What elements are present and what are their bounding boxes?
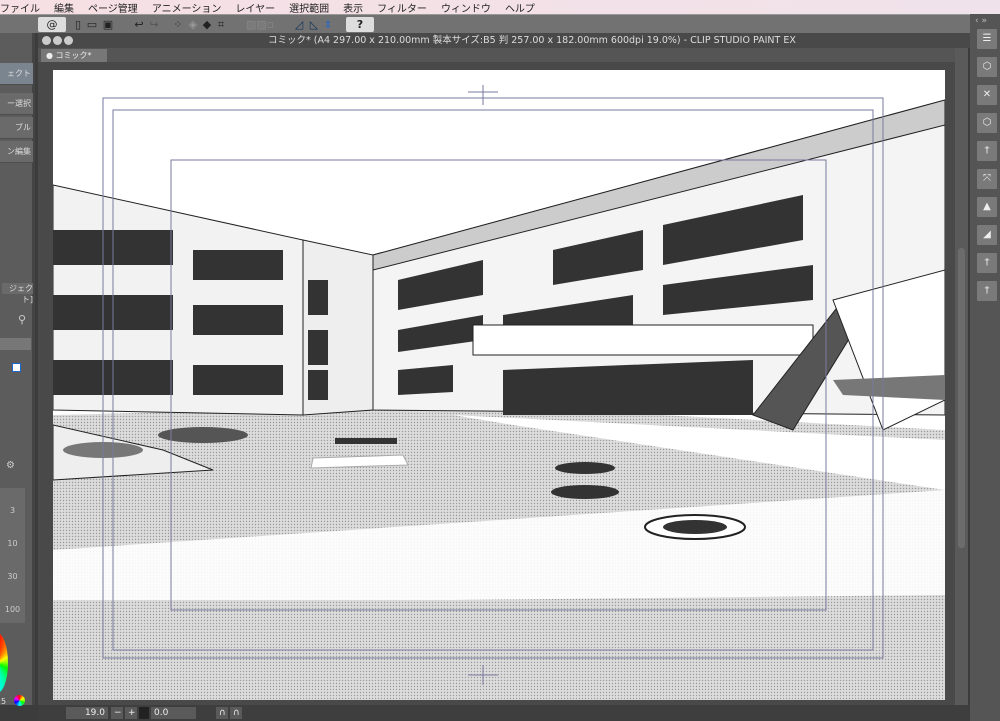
minimize-icon[interactable] — [53, 36, 62, 45]
menu-selection[interactable]: 選択範囲 — [289, 0, 329, 15]
ruler-snap-icon[interactable]: ◿ — [293, 17, 305, 32]
school-courtyard-illustration — [53, 85, 945, 700]
menu-edit[interactable]: 編集 — [54, 0, 74, 15]
help-icon[interactable]: ? — [346, 17, 374, 32]
3d-move-icon[interactable]: ⤧ — [976, 168, 998, 190]
scroll-thumb[interactable] — [958, 248, 965, 548]
color-wheel-icon[interactable] — [14, 695, 25, 706]
transform-icon[interactable]: ⌗ — [215, 17, 227, 32]
undo-icon[interactable]: ↩ — [133, 17, 145, 32]
layer-label: ジェクト] — [2, 283, 33, 304]
menu-bar: ファイル 編集 ページ管理 アニメーション レイヤー 選択範囲 表示 フィルター… — [0, 0, 1000, 15]
3d-box-icon[interactable]: ⬡ — [976, 112, 998, 134]
tool-item-table[interactable]: ブル — [0, 117, 33, 139]
document-title: コミック* (A4 297.00 x 210.00mm 製本サイズ:B5 判 2… — [268, 35, 796, 46]
color-wheel[interactable] — [0, 633, 8, 693]
search-icon[interactable]: ⚲ — [18, 313, 26, 326]
brush-size-10[interactable]: 10 — [0, 521, 25, 554]
right-panel: ‹ » ☰ ⬡ ✕ ⬡ † ⤧ ▲ ◢ † † — [970, 14, 1000, 721]
brush-size-list: 3 10 30 100 — [0, 488, 25, 623]
figure-pose-2-icon[interactable]: † — [976, 280, 998, 302]
3d-object-icon[interactable]: ⬡ — [976, 56, 998, 78]
rotate-left-icon[interactable]: ∩ — [216, 707, 228, 719]
menu-file[interactable]: ファイル — [0, 0, 40, 15]
new-icon[interactable]: ▯ — [72, 17, 84, 32]
canvas-page[interactable] — [53, 70, 945, 700]
left-panel: ェクト ー選択 ブル ン編集 ジェクト] ⚲ ⚙ 3 10 30 100 5 — [0, 33, 35, 706]
color-swatch[interactable] — [12, 363, 21, 372]
tool-item-object[interactable]: ェクト — [0, 63, 33, 85]
image-material-icon[interactable]: ▲ — [976, 196, 998, 218]
brush-size-30[interactable]: 30 — [0, 554, 25, 587]
tab-comic[interactable]: ● コミック* — [41, 49, 107, 62]
clear-selection-icon[interactable]: ⁘ — [172, 17, 184, 32]
fit-icon[interactable] — [139, 707, 149, 719]
zoom-out-icon[interactable]: − — [111, 707, 123, 719]
perspective-snap-icon[interactable]: ◺ — [308, 17, 320, 32]
menu-filter[interactable]: フィルター — [377, 0, 427, 15]
tool-item-layer-select[interactable]: ー選択 — [0, 93, 33, 115]
menu-view[interactable]: 表示 — [343, 0, 363, 15]
edit-material-icon[interactable]: ◢ — [976, 224, 998, 246]
command-bar: @ ▯ ▭ ▣ ↩ ↪ ⁘ ◈ ◆ ⌗ ▨▨▫ ◿ ◺ ‡ ? — [0, 14, 970, 33]
layer-property-icon[interactable]: ☰ — [976, 28, 998, 50]
special-ruler-icon[interactable]: ‡ — [323, 17, 333, 32]
zoom-in-icon[interactable]: + — [125, 707, 137, 719]
disabled-tools-icon: ▨▨▫ — [245, 18, 275, 31]
crop-icon[interactable]: ◈ — [187, 17, 199, 32]
dropdown[interactable] — [0, 338, 31, 350]
open-icon[interactable]: ▭ — [86, 17, 98, 32]
zoom-field[interactable]: 19.0 — [66, 707, 108, 719]
vertical-scrollbar[interactable] — [955, 48, 968, 705]
3d-figure-icon[interactable]: † — [976, 140, 998, 162]
figure-pose-icon[interactable]: † — [976, 252, 998, 274]
color-value: 5 — [1, 697, 7, 706]
3d-camera-icon[interactable]: ✕ — [976, 84, 998, 106]
brush-size-3[interactable]: 3 — [0, 488, 25, 521]
menu-layer[interactable]: レイヤー — [235, 0, 275, 15]
tab-bar: ● コミック* — [38, 48, 955, 62]
clip-studio-logo-icon[interactable]: @ — [38, 17, 66, 32]
maximize-icon[interactable] — [64, 36, 73, 45]
settings-icon[interactable]: ⚙ — [6, 460, 15, 471]
menu-page[interactable]: ページ管理 — [88, 0, 138, 15]
redo-icon[interactable]: ↪ — [148, 17, 160, 32]
tool-item-edit[interactable]: ン編集 — [0, 141, 33, 163]
menu-help[interactable]: ヘルプ — [505, 0, 535, 15]
document-title-bar: コミック* (A4 297.00 x 210.00mm 製本サイズ:B5 判 2… — [38, 33, 970, 48]
save-icon[interactable]: ▣ — [100, 17, 116, 32]
fill-icon[interactable]: ◆ — [201, 17, 213, 32]
close-icon[interactable] — [42, 36, 51, 45]
angle-field[interactable]: 0.0 — [151, 707, 196, 719]
menu-window[interactable]: ウィンドウ — [441, 0, 491, 15]
canvas-area[interactable] — [38, 62, 955, 705]
status-bar: 19.0 − + 0.0 ∩ ∩ — [38, 705, 970, 721]
brush-size-100[interactable]: 100 — [0, 587, 25, 620]
menu-animation[interactable]: アニメーション — [152, 0, 222, 15]
rotate-right-icon[interactable]: ∩ — [230, 707, 242, 719]
collapse-icon[interactable]: ‹ » — [975, 16, 987, 26]
